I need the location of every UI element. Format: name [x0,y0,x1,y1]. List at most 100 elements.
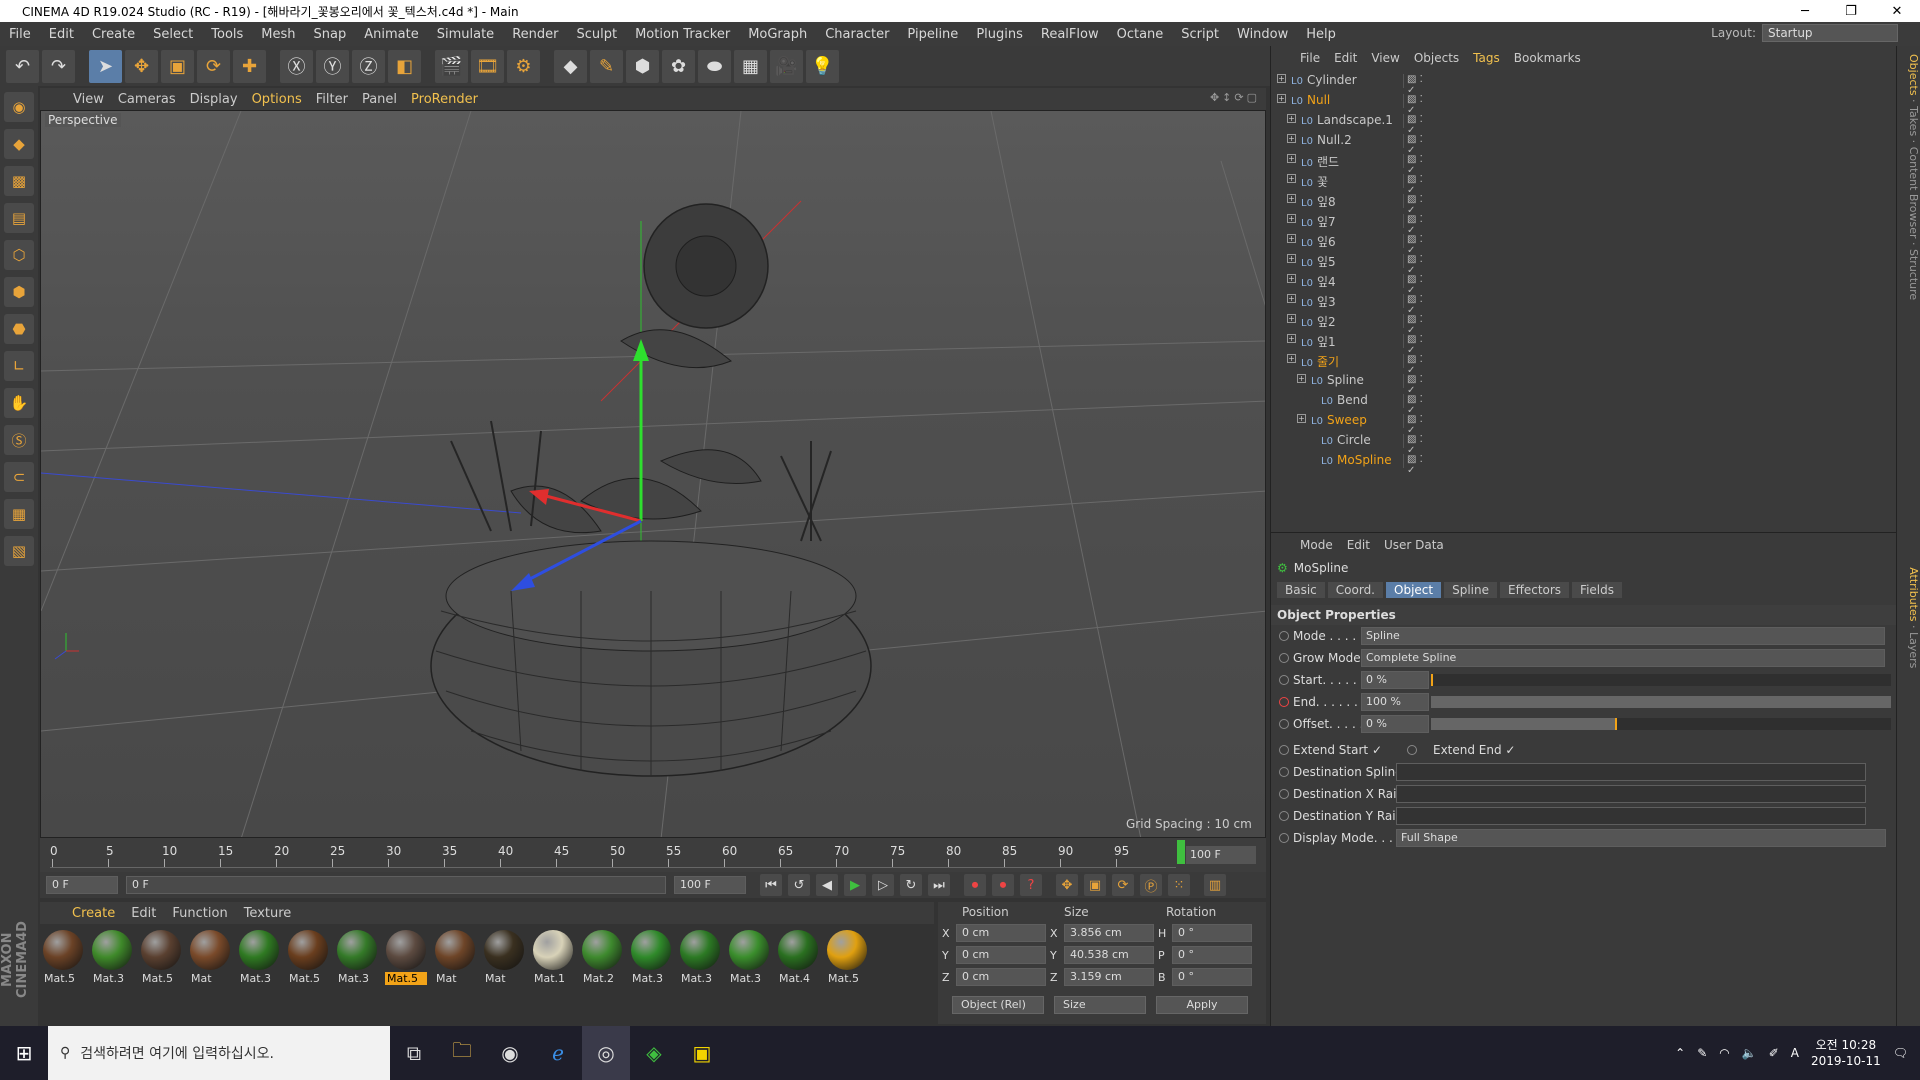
side-tab-attributes[interactable]: Attributes [1907,567,1920,621]
material-item[interactable]: Mat.3 [336,924,378,1024]
extend-start-checkbox[interactable]: Extend Start ✓ [1293,743,1382,757]
menu-simulate[interactable]: Simulate [428,27,503,42]
anim-radio[interactable] [1407,745,1417,755]
coordinate-mode-dropdown[interactable]: Object (Rel) [952,996,1044,1014]
render-picture-viewer-icon[interactable]: 🎞 [471,49,504,83]
expand-toggle[interactable]: + [1277,74,1286,83]
offset-field[interactable]: 0 % [1361,715,1429,733]
next-frame-icon[interactable]: ▷ [872,874,894,896]
menu-edit[interactable]: Edit [40,27,83,42]
workplane-icon[interactable]: ▤ [4,203,34,233]
material-item[interactable]: Mat [189,924,231,1024]
key-rotation-icon[interactable]: ⟳ [1112,874,1134,896]
visibility-flags[interactable]: ▨ ⁚ ✓ [1403,414,1433,436]
objects-menu-objects[interactable]: Objects [1407,51,1466,65]
object-row[interactable]: + L0 Null.2 ▨ ⁚ ✓ [1271,130,1896,156]
menu-animate[interactable]: Animate [355,27,427,42]
frame-range-slider[interactable]: 0 F [126,876,666,894]
objects-menu-bookmarks[interactable]: Bookmarks [1507,51,1588,65]
floor-icon[interactable]: ▦ [734,49,767,83]
viewport-menu-cameras[interactable]: Cameras [111,92,183,107]
visibility-flags[interactable]: ▨ ⁚ ✓ [1403,454,1433,476]
model-mode-icon[interactable]: ◆ [4,129,34,159]
object-row[interactable]: + L0 Sweep ▨ ⁚ ✓ [1271,410,1896,436]
position-z-field[interactable]: 0 cm [956,968,1046,986]
menu-motion-tracker[interactable]: Motion Tracker [626,27,739,42]
polygons-mode-icon[interactable]: ⬣ [4,314,34,344]
position-y-field[interactable]: 0 cm [956,946,1046,964]
make-editable-icon[interactable]: ◉ [4,92,34,122]
size-x-field[interactable]: 3.856 cm [1064,924,1154,942]
material-item[interactable]: Mat.1 [532,924,574,1024]
expand-toggle[interactable]: + [1277,94,1286,103]
menu-snap[interactable]: Snap [305,27,356,42]
expand-toggle[interactable]: + [1287,314,1296,323]
tray-chevron-icon[interactable]: ⌃ [1675,1046,1685,1060]
object-row[interactable]: + L0 잎2 ▨ ⁚ ✓ [1271,310,1896,336]
points-mode-icon[interactable]: ⬡ [4,240,34,270]
viewport-menu-filter[interactable]: Filter [309,92,355,107]
rotate-icon[interactable]: ⟳ [197,49,230,83]
layout-dropdown[interactable]: Startup [1762,24,1898,42]
visibility-flags[interactable]: ▨ ⁚ ✓ [1403,194,1433,216]
notification-icon[interactable]: 🗨 [1893,1046,1908,1060]
solo-icon[interactable]: Ⓢ [4,425,34,455]
menu-sculpt[interactable]: Sculpt [567,27,626,42]
object-row[interactable]: L0 Bend ▨ ⁚ ✓ [1271,390,1896,416]
key-pla-icon[interactable]: ⁙ [1168,874,1190,896]
object-row[interactable]: L0 Circle ▨ ⁚ ✓ [1271,430,1896,456]
grow-mode-dropdown[interactable]: Complete Spline [1361,649,1885,667]
visibility-flags[interactable]: ▨ ⁚ ✓ [1403,274,1433,296]
tab-basic[interactable]: Basic [1277,582,1325,598]
apply-button[interactable]: Apply [1156,996,1248,1014]
material-item[interactable]: Mat.3 [679,924,721,1024]
material-menu-texture[interactable]: Texture [236,906,300,921]
object-row[interactable]: L0 MoSpline ▨ ⁚ ✓ [1271,450,1896,476]
play-icon[interactable]: ▶ [844,874,866,896]
visibility-flags[interactable]: ▨ ⁚ ✓ [1403,174,1433,196]
tray-app-icon[interactable]: ✎ [1697,1046,1707,1060]
windows-start-icon[interactable]: ⊞ [0,1026,48,1080]
menu-plugins[interactable]: Plugins [967,27,1032,42]
edge-icon[interactable]: ℯ [534,1026,582,1080]
object-row[interactable]: + L0 Null ▨ ⁚ ✓ [1271,90,1896,116]
tab-coord[interactable]: Coord. [1327,582,1383,598]
start-slider[interactable] [1431,674,1891,686]
expand-toggle[interactable]: + [1287,354,1296,363]
rotation-h-field[interactable]: 0 ° [1172,924,1252,942]
move-icon[interactable]: ✥ [125,49,158,83]
end-slider[interactable] [1431,696,1891,708]
tab-effectors[interactable]: Effectors [1499,582,1570,598]
side-tab-objects[interactable]: Objects [1907,54,1920,96]
menu-create[interactable]: Create [83,27,144,42]
cloner-icon[interactable]: ✿ [662,49,695,83]
size-y-field[interactable]: 40.538 cm [1064,946,1154,964]
material-item[interactable]: Mat [483,924,525,1024]
menu-mograph[interactable]: MoGraph [739,27,816,42]
material-item[interactable]: Mat.5 [826,924,868,1024]
side-tab-layers[interactable]: Layers [1907,632,1920,668]
expand-toggle[interactable]: + [1297,414,1306,423]
visibility-flags[interactable]: ▨ ⁚ ✓ [1403,214,1433,236]
anim-radio[interactable] [1279,631,1289,641]
anim-radio[interactable] [1279,745,1289,755]
viewport-menu-view[interactable]: View [66,92,111,107]
material-item[interactable]: Mat.3 [238,924,280,1024]
menu-mesh[interactable]: Mesh [252,27,304,42]
expand-toggle[interactable]: + [1287,294,1296,303]
expand-toggle[interactable]: + [1287,114,1296,123]
visibility-flags[interactable]: ▨ ⁚ ✓ [1403,394,1433,416]
visibility-flags[interactable]: ▨ ⁚ ✓ [1403,374,1433,396]
material-item[interactable]: Mat.5 [385,924,427,1024]
extend-end-checkbox[interactable]: Extend End ✓ [1433,743,1515,757]
timeline-end-field[interactable]: 100 F [1186,846,1256,864]
z-axis-icon[interactable]: Ⓩ [352,49,385,83]
object-row[interactable]: + L0 줄기 ▨ ⁚ ✓ [1271,350,1896,376]
anim-radio[interactable] [1279,767,1289,777]
object-row[interactable]: + L0 Landscape.1 ▨ ⁚ ✓ [1271,110,1896,136]
chrome-icon[interactable]: ◉ [486,1026,534,1080]
size-z-field[interactable]: 3.159 cm [1064,968,1154,986]
dest-spline-link[interactable] [1396,763,1866,781]
material-item[interactable]: Mat.5 [42,924,84,1024]
object-row[interactable]: + L0 Cylinder ▨ ⁚ ✓ [1271,70,1896,96]
